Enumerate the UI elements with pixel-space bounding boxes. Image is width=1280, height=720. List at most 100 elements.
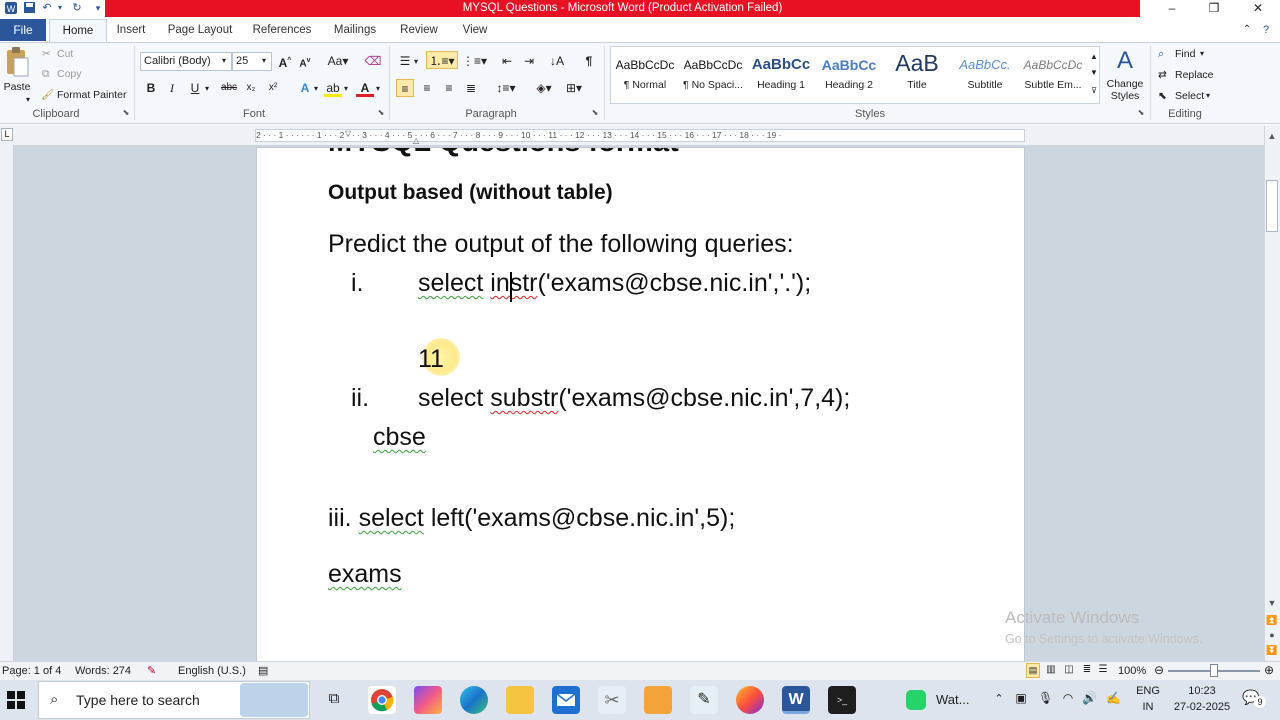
copy-button[interactable]: Copy (57, 67, 97, 81)
minimize-ribbon-icon[interactable]: ⌃ (1240, 19, 1254, 42)
highlight-color-icon[interactable]: ab (324, 79, 342, 97)
change-case-icon[interactable]: Aa▾ (326, 52, 350, 70)
underline-dropdown-icon[interactable]: ▾ (205, 82, 213, 96)
align-center-icon[interactable]: ≡ (418, 79, 436, 97)
show-formatting-marks-icon[interactable]: ¶ (580, 52, 598, 70)
clock-time[interactable]: 10:23 (1170, 685, 1234, 697)
firefox-icon[interactable] (736, 686, 764, 714)
find-dropdown-icon[interactable]: ▾ (1200, 47, 1208, 61)
style-heading-2[interactable]: AaBbCc Heading 2 (816, 48, 882, 102)
copilot-icon[interactable] (414, 686, 442, 714)
first-line-indent-marker[interactable]: ▽ (345, 129, 353, 138)
change-styles-icon[interactable]: A (1110, 47, 1140, 75)
style-no-spacing[interactable]: AaBbCcDc ¶ No Spaci... (680, 48, 746, 102)
whatsapp-label[interactable]: Wat... (936, 692, 976, 707)
styles-scroll-down-icon[interactable]: ▼ (1088, 66, 1100, 80)
web-layout-icon[interactable]: ◫ (1062, 664, 1076, 675)
styles-scroll-up-icon[interactable]: ▲ (1088, 50, 1100, 64)
align-left-icon[interactable]: ≡ (396, 79, 414, 97)
task-view-icon[interactable]: ⧉ (324, 690, 344, 710)
tab-review[interactable]: Review (394, 19, 444, 42)
pen-icon[interactable]: ✍ (1106, 691, 1121, 705)
text-effects-icon[interactable]: A (296, 79, 314, 97)
grow-font-icon[interactable]: A^ (276, 52, 294, 70)
page-count[interactable]: Page: 1 of 4 (2, 662, 66, 680)
draft-view-icon[interactable]: ☰ (1096, 664, 1110, 675)
help-icon[interactable]: ? (1258, 19, 1274, 42)
zoom-in-icon[interactable]: ⊕ (1262, 663, 1276, 677)
hanging-indent-marker[interactable]: △ (413, 136, 421, 145)
font-launcher-icon[interactable]: ⬊ (376, 108, 386, 122)
borders-icon[interactable]: ⊞▾ (562, 79, 586, 97)
outline-view-icon[interactable]: ≣ (1080, 664, 1094, 675)
zoom-slider-thumb[interactable] (1210, 664, 1218, 677)
font-color-icon[interactable]: A (356, 79, 374, 97)
font-name-dropdown-icon[interactable]: ▾ (222, 54, 230, 68)
folder-app-icon[interactable] (644, 686, 672, 714)
font-size-dropdown-icon[interactable]: ▾ (262, 54, 270, 68)
zoom-out-icon[interactable]: ⊖ (1152, 663, 1166, 677)
select-browse-object-icon[interactable]: ● (1266, 630, 1278, 642)
align-right-icon[interactable]: ≡ (440, 79, 458, 97)
change-styles-button[interactable]: Change Styles (1103, 78, 1147, 102)
next-page-icon[interactable]: ⏬ (1266, 645, 1278, 657)
strikethrough-icon[interactable]: abc (218, 79, 240, 97)
minimize-button[interactable]: – (1150, 0, 1194, 18)
font-name-field[interactable]: Calibri (Body) (140, 52, 232, 71)
language-line-1[interactable]: ENG (1134, 685, 1162, 697)
style-subtle-emphasis[interactable]: AaBbCcDc Subtle Em... (1020, 48, 1086, 102)
styles-launcher-icon[interactable]: ⬊ (1136, 108, 1146, 122)
repeat-icon[interactable]: ↻ (70, 1, 84, 17)
meet-now-icon[interactable]: ▣ (1014, 691, 1028, 705)
multilevel-list-icon[interactable]: ⋮≡▾ (462, 52, 487, 70)
mail-icon[interactable] (552, 686, 580, 714)
language-indicator[interactable]: English (U.S.) (178, 662, 254, 680)
bullets-icon[interactable]: ☰ (396, 52, 414, 70)
edge-icon[interactable] (460, 686, 488, 714)
tab-file[interactable]: File (0, 19, 46, 41)
scroll-down-icon[interactable]: ▼ (1266, 598, 1278, 610)
customize-quick-access-icon[interactable]: ▾ (93, 1, 103, 17)
paste-icon[interactable] (4, 46, 30, 80)
snipping-tool-icon[interactable]: ✂ (598, 686, 626, 714)
format-painter-button[interactable]: Format Painter (57, 88, 133, 102)
save-icon[interactable] (22, 1, 36, 17)
file-explorer-icon[interactable] (506, 686, 534, 714)
macro-recording-icon[interactable]: ▤ (258, 663, 274, 679)
zoom-level[interactable]: 100% (1118, 662, 1152, 680)
word-app-icon[interactable]: W (4, 1, 18, 17)
bullets-dropdown-icon[interactable]: ▾ (414, 55, 422, 69)
style-normal[interactable]: AaBbCcDc ¶ Normal (612, 48, 678, 102)
tab-insert[interactable]: Insert (110, 19, 152, 42)
subscript-icon[interactable]: x₂ (242, 79, 260, 97)
document-page[interactable]: MYSQL Questions format Output based (wit… (256, 147, 1025, 663)
bold-icon[interactable]: B (142, 79, 160, 97)
cut-button[interactable]: Cut (57, 47, 97, 61)
find-button[interactable]: Find (1175, 47, 1215, 61)
tab-home[interactable]: Home (49, 19, 107, 43)
close-button[interactable]: ✕ (1236, 0, 1280, 18)
clipboard-launcher-icon[interactable]: ⬊ (121, 108, 131, 122)
decrease-indent-icon[interactable]: ⇤ (498, 52, 516, 70)
full-screen-reading-icon[interactable]: ▥ (1044, 664, 1058, 675)
language-line-2[interactable]: IN (1134, 701, 1162, 713)
undo-dropdown-icon[interactable]: ▾ (56, 1, 64, 17)
clear-formatting-icon[interactable]: ⌫ (364, 52, 382, 70)
select-dropdown-icon[interactable]: ▾ (1206, 89, 1214, 103)
undo-icon[interactable]: ↶ (40, 1, 54, 17)
whatsapp-icon[interactable] (906, 690, 926, 710)
wifi-icon[interactable]: ◠ (1060, 691, 1076, 705)
style-title[interactable]: AaB Title (884, 48, 950, 102)
windows-start-icon[interactable] (6, 690, 26, 710)
font-color-dropdown-icon[interactable]: ▾ (376, 82, 384, 96)
word-taskbar-icon[interactable]: W (782, 686, 810, 714)
style-heading-1[interactable]: AaBbCc Heading 1 (748, 48, 814, 102)
italic-icon[interactable]: I (163, 79, 181, 97)
proofing-icon[interactable]: ✎ (147, 662, 163, 680)
numbering-icon[interactable]: ⒈≡▾ (426, 51, 458, 69)
clock-date[interactable]: 27-02-2025 (1170, 701, 1234, 713)
line-spacing-icon[interactable]: ↕≡▾ (494, 79, 518, 97)
show-hidden-icons[interactable]: ⌃ (992, 692, 1006, 705)
scroll-thumb[interactable] (1266, 180, 1278, 232)
volume-icon[interactable]: 🔊 (1082, 691, 1097, 705)
